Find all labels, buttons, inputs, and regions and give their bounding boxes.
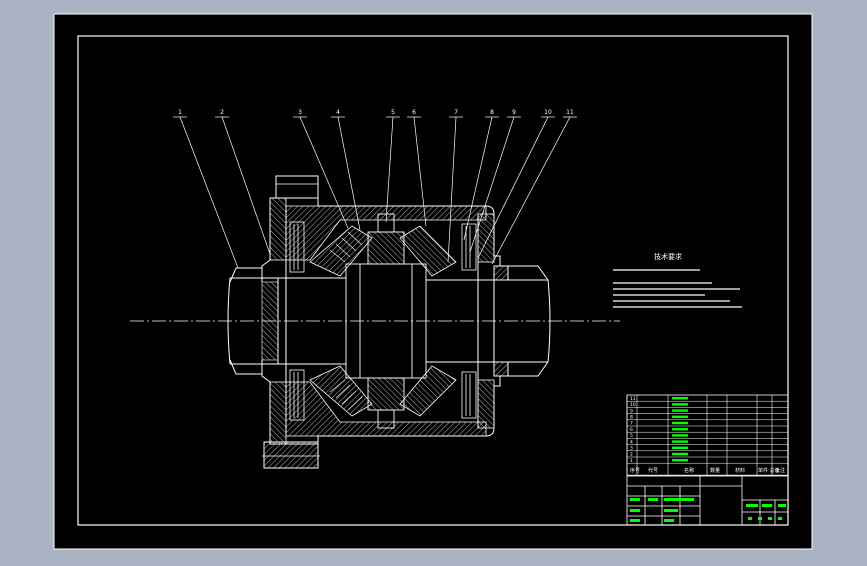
- bom-row-number: 7: [630, 421, 633, 427]
- bom-row-name: [672, 421, 688, 425]
- callout-3: 3: [298, 109, 302, 116]
- callout-10: 10: [544, 109, 552, 116]
- bom-row-name: [672, 403, 688, 406]
- bom-row-number: 8: [630, 415, 633, 421]
- bom-row-name: [672, 459, 688, 462]
- callout-7: 7: [454, 109, 458, 116]
- bom-row-number: 11: [630, 396, 636, 402]
- bom-row-name: [672, 415, 688, 418]
- bom-row-name: [672, 440, 688, 443]
- callout-5: 5: [391, 109, 395, 116]
- notes-title: 技术要求: [654, 252, 682, 261]
- bom-row-name: [672, 428, 688, 431]
- bom-header-qty: 数量: [710, 467, 720, 474]
- drawing-sheet: [53, 13, 813, 550]
- callout-2: 2: [220, 109, 224, 116]
- bom-header-material: 材料: [735, 467, 745, 474]
- bom-row-number: 9: [630, 408, 633, 414]
- bom-row-number: 3: [630, 446, 633, 452]
- callout-11: 11: [566, 109, 574, 116]
- callout-1: 1: [178, 109, 182, 116]
- callout-6: 6: [412, 109, 416, 116]
- assembly-drawing: 1 2 3 4 5 6 7 8 9 10 11 技术要求 1110987654321序号 代号 名称 数量…: [53, 13, 813, 550]
- bom-row-number: 5: [630, 433, 633, 439]
- bom-header-remark: 备注: [775, 467, 785, 474]
- bom-row-name: [672, 452, 688, 456]
- bom-row-number: 10: [630, 402, 636, 408]
- bom-row-number: 2: [630, 452, 633, 458]
- bom-row-number: 1: [630, 458, 633, 464]
- bom-header-code: 代号: [648, 467, 658, 474]
- callout-8: 8: [490, 109, 494, 116]
- bom-row-number: 6: [630, 427, 633, 433]
- bom-row-name: [672, 409, 688, 412]
- callout-4: 4: [336, 109, 340, 116]
- bom-header-name: 名称: [684, 467, 694, 474]
- bom-row-name: [672, 397, 688, 400]
- callout-9: 9: [512, 109, 516, 116]
- bom-row-name: [672, 434, 688, 437]
- bom-row-number: 4: [630, 439, 633, 445]
- cad-viewport: 1 2 3 4 5 6 7 8 9 10 11 技术要求 11 10 9 8 7 6 5 4 3 2 1 序号 代号 名称 数量…: [0, 0, 867, 562]
- bom-row-name: [672, 446, 688, 449]
- bom-header-seq: 序号: [630, 467, 640, 474]
